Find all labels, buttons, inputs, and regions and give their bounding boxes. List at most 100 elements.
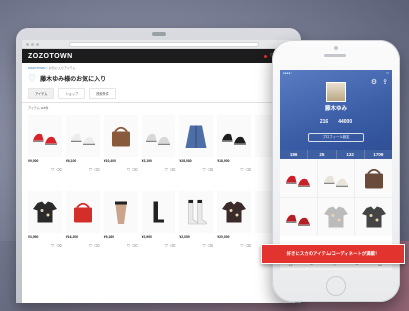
product-image[interactable] [179,115,214,157]
product-card[interactable]: ¥3,990 ⛉ ⌫ [28,191,62,265]
product-actions: ⛉ ⌫ [66,167,100,172]
add-to-cart-icon[interactable]: ⛉ [89,243,92,248]
product-image[interactable] [217,191,252,233]
add-to-cart-icon[interactable]: ⛉ [203,167,206,172]
zozotown-logo[interactable]: ZOZOTOWN [28,53,73,60]
add-to-cart-icon[interactable]: ⛉ [240,243,243,248]
phone-item-tile[interactable] [280,159,317,197]
window-close-dot[interactable] [26,42,29,46]
remove-favorite-icon[interactable]: ⌫ [132,167,138,172]
phone-home-button[interactable] [326,276,346,296]
phone-item-tile[interactable] [355,159,392,197]
product-price: ¥9,180 [103,235,115,239]
product-card[interactable]: ¥10,400 ⛉ ⌫ [103,115,138,189]
remove-favorite-icon[interactable]: ⌫ [245,167,251,172]
stat-followers[interactable]: 216 [320,119,328,125]
product-actions: ⛉ ⌫ [142,167,176,172]
count-cell[interactable]: 1709 [365,150,392,159]
add-to-cart-icon[interactable]: ⛉ [89,167,92,172]
profile-settings-button[interactable]: プロフィール設定 [308,133,364,142]
add-to-cart-icon[interactable]: ⛉ [165,243,168,248]
breadcrumb-home[interactable]: ZOZOTOWN [28,66,45,70]
remove-favorite-icon[interactable]: ⌫ [94,243,100,248]
window-zoom-dot[interactable] [36,42,39,46]
browser-toolbar [22,40,295,49]
product-card[interactable]: ¥2,050 ⛉ ⌫ [179,191,214,265]
count-cell[interactable]: 186 [280,150,309,159]
remove-favorite-icon[interactable]: ⌫ [170,243,176,248]
product-card[interactable]: ¥6,100 ⛉ ⌫ [65,115,100,189]
product-image[interactable] [28,115,62,157]
window-minimize-dot[interactable] [31,42,34,46]
breadcrumb-current: > お気に入りアイテム [46,66,76,70]
carrier-signal: ●●●●○ [283,71,293,75]
remove-favorite-icon[interactable]: ⌫ [245,243,251,248]
settings-icon[interactable]: ⚙ [371,78,377,86]
filter-row: アイテム 118件 [22,103,295,113]
stat-value: 44000 [338,119,353,125]
remove-favorite-icon[interactable]: ⌫ [56,167,62,172]
product-image[interactable] [65,115,100,157]
product-card[interactable]: ¥28,080 ⛉ ⌫ [179,115,214,189]
battery-icon: ▭ [386,71,389,75]
remove-favorite-icon[interactable]: ⌫ [132,243,138,248]
phone-item-tile[interactable] [317,198,355,236]
remove-favorite-icon[interactable]: ⌫ [170,167,176,172]
product-image[interactable] [103,191,138,233]
product-image[interactable] [65,191,100,233]
stat-following[interactable]: 44000 [338,119,352,125]
product-price: ¥6,100 [65,159,77,163]
product-card[interactable]: ¥2,990 ⛉ ⌫ [141,191,176,265]
product-grid: ¥9,000 ⛉ ⌫ ¥6,100 ⛉ ⌫ ¥10,400 ⛉ ⌫ ¥3,190 ⛉ ⌫ ¥28,080… [22,113,295,267]
promo-banner[interactable]: 好きにスカのアイテム/コーディネートが満載！ [261,244,405,264]
product-card[interactable]: ¥9,000 ⛉ ⌫ [28,115,62,189]
product-price: ¥16,200 [65,235,79,239]
product-image[interactable] [28,191,62,233]
phone-speaker [324,54,346,57]
profile-username: 藤木ゆみ [324,106,347,112]
add-to-cart-icon[interactable]: ⛉ [165,167,168,172]
remove-favorite-icon[interactable]: ⌫ [94,167,100,172]
remove-favorite-icon[interactable]: ⌫ [208,167,214,172]
count-value: 132 [346,152,354,157]
product-card[interactable]: ¥18,900 ⛉ ⌫ [217,115,252,189]
phone-item-grid [280,159,392,236]
product-actions: ⛉ ⌫ [179,167,214,172]
product-price: ¥2,050 [179,235,190,239]
product-image[interactable] [141,115,176,157]
count-cell[interactable]: 25 [308,150,337,159]
tab-items[interactable]: アイテム [28,88,55,99]
avatar[interactable] [326,82,346,102]
product-actions: ⛉ ⌫ [217,167,251,172]
address-bar[interactable] [69,41,259,47]
product-price: ¥9,000 [28,159,39,163]
add-to-cart-icon[interactable]: ⛉ [127,243,130,248]
add-to-cart-icon[interactable]: ⛉ [240,167,243,172]
add-to-cart-icon[interactable]: ⛉ [51,167,54,172]
remove-favorite-icon[interactable]: ⌫ [208,243,214,248]
remove-favorite-icon[interactable]: ⌫ [56,243,62,248]
add-to-cart-icon[interactable]: ⛉ [51,243,54,248]
product-card[interactable]: ¥20,000 ⛉ ⌫ [217,191,252,265]
product-card[interactable]: ¥3,190 ⛉ ⌫ [141,115,176,189]
phone-item-tile[interactable] [355,198,392,236]
product-actions: ⛉ ⌫ [104,167,138,172]
favorite-heart-icon: ♡ [28,73,37,83]
phone-item-tile[interactable] [317,159,355,197]
tab-search-conditions[interactable]: 検索条件 [89,88,116,99]
profile-header: ●●●●○ ▭ ⚙ ⇪ 藤木ゆみ 216 44000 プロフィール設定 [280,70,392,150]
product-image[interactable] [179,191,214,233]
product-image[interactable] [217,115,252,157]
product-card[interactable]: ¥16,200 ⛉ ⌫ [65,191,100,265]
item-count: アイテム 118件 [28,106,49,110]
product-actions: ⛉ ⌫ [179,243,214,248]
phone-item-tile[interactable] [280,198,317,236]
share-icon[interactable]: ⇪ [382,78,388,86]
count-cell[interactable]: 132 [337,150,365,159]
product-image[interactable] [103,115,138,157]
tab-shops[interactable]: ショップ [58,88,86,99]
add-to-cart-icon[interactable]: ⛉ [127,167,130,172]
product-image[interactable] [141,191,176,233]
add-to-cart-icon[interactable]: ⛉ [203,243,206,248]
product-card[interactable]: ¥9,180 ⛉ ⌫ [103,191,138,265]
